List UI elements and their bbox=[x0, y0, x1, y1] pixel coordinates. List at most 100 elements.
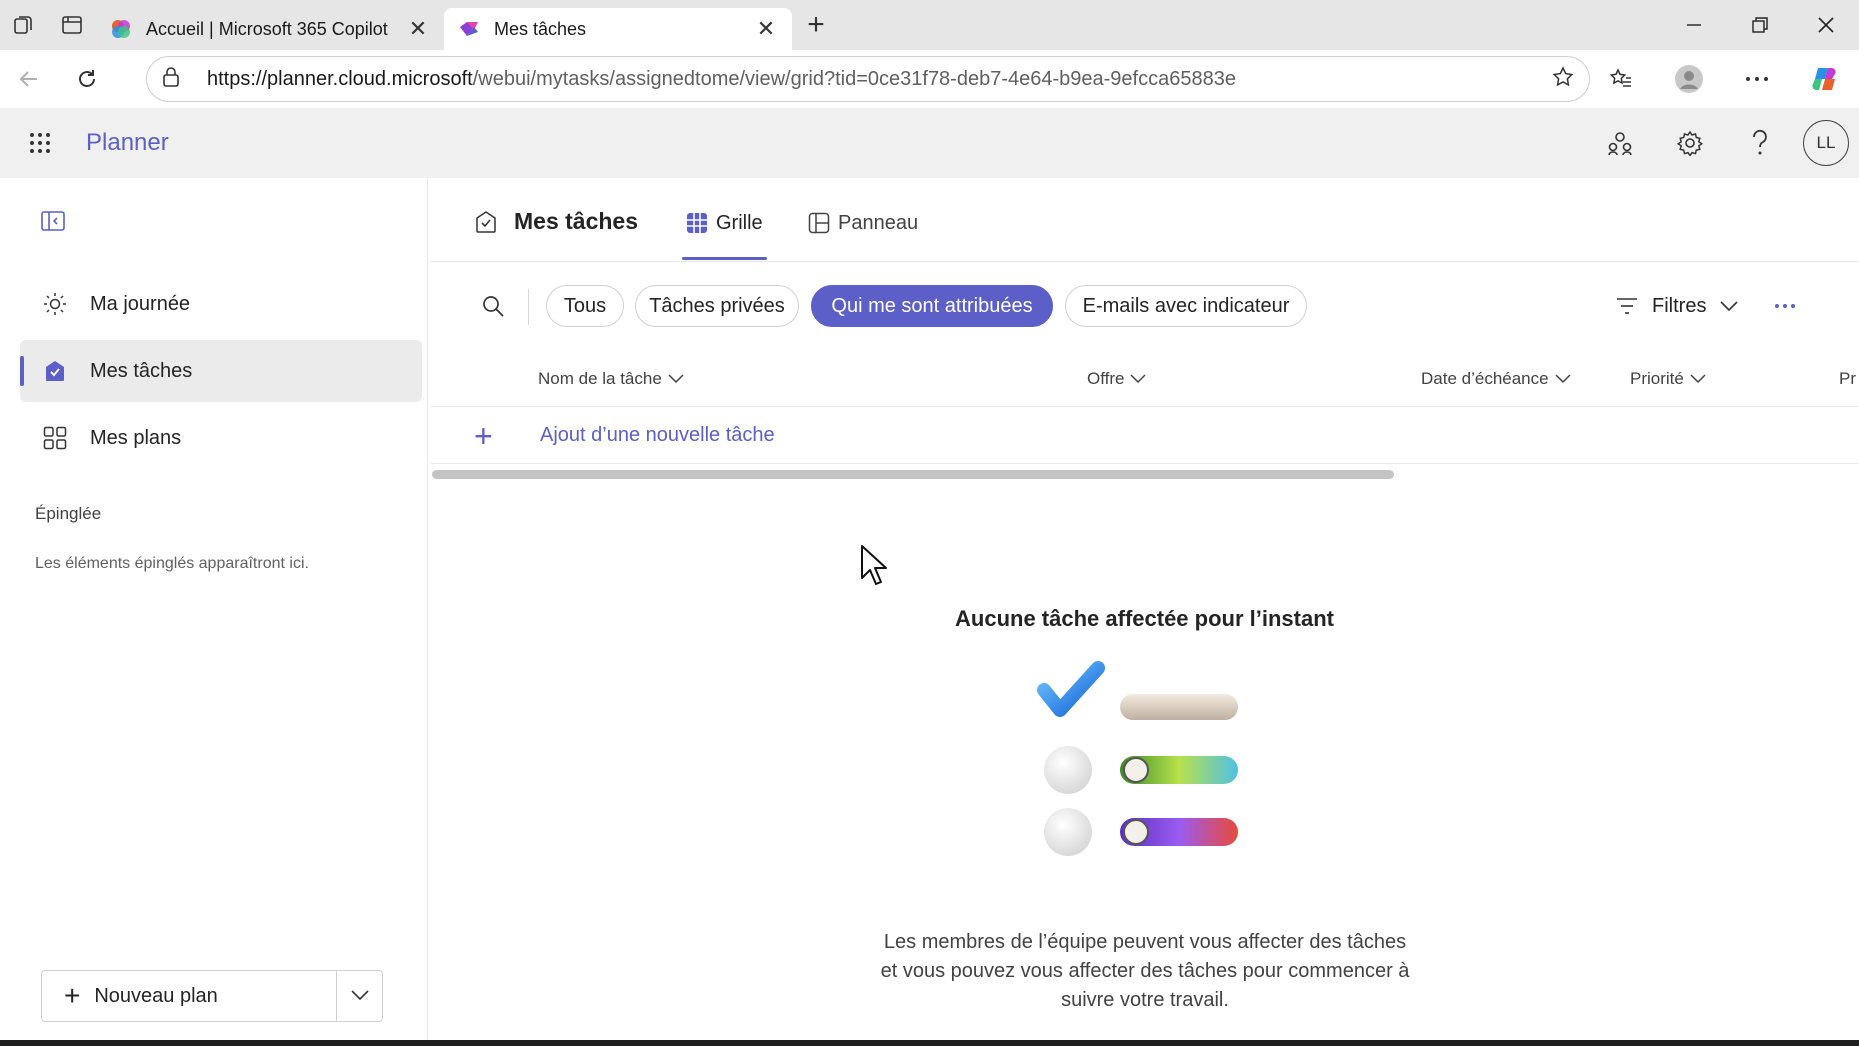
screen-bottom-edge bbox=[0, 1040, 1859, 1046]
browser-tab-bar: Accueil | Microsoft 365 Copilot ✕ Mes tâ… bbox=[0, 0, 1859, 50]
refresh-icon[interactable] bbox=[58, 50, 116, 108]
app-header: Planner LL bbox=[0, 108, 1859, 178]
sidebar-item-my-plans[interactable]: Mes plans bbox=[20, 407, 422, 469]
sidebar-item-my-day[interactable]: Ma journée bbox=[20, 273, 422, 335]
new-plan-dropdown-button[interactable] bbox=[336, 971, 382, 1021]
close-tab-icon[interactable]: ✕ bbox=[754, 16, 778, 42]
close-window-icon[interactable] bbox=[1793, 0, 1859, 50]
page-title-text: Mes tâches bbox=[514, 208, 639, 234]
chevron-down-icon bbox=[1130, 374, 1147, 384]
new-plan-button-group: + Nouveau plan bbox=[41, 970, 383, 1022]
more-options-icon[interactable] bbox=[1770, 291, 1800, 321]
left-sidebar: Ma journée Mes tâches Mes plans Épinglée… bbox=[6, 178, 428, 1040]
main-content: Mes tâches Grille Panneau Tous Tâches pr… bbox=[430, 178, 1859, 1046]
sidebar-item-label: Ma journée bbox=[90, 292, 191, 315]
planner-favicon-icon bbox=[458, 18, 480, 40]
search-icon[interactable] bbox=[478, 291, 508, 321]
browser-tab-planner[interactable]: Mes tâches ✕ bbox=[444, 8, 792, 50]
column-label: Date d’échéance bbox=[1421, 369, 1549, 388]
sidebar-item-my-tasks[interactable]: Mes tâches bbox=[20, 340, 422, 402]
plus-icon: + bbox=[64, 980, 81, 1011]
new-plan-label: Nouveau plan bbox=[94, 984, 218, 1007]
tab-board[interactable]: Panneau bbox=[808, 206, 918, 240]
workspaces-icon[interactable] bbox=[0, 0, 48, 50]
user-avatar[interactable]: LL bbox=[1803, 120, 1849, 166]
mouse-cursor-icon bbox=[860, 544, 890, 588]
filters-button[interactable]: Filtres bbox=[1616, 285, 1739, 327]
filter-pill-assigned-to-me[interactable]: Qui me sont attribuées bbox=[811, 285, 1053, 327]
filter-pill-private[interactable]: Tâches privées bbox=[635, 285, 799, 327]
settings-gear-icon[interactable] bbox=[1655, 108, 1725, 178]
tab-label: Panneau bbox=[838, 211, 919, 234]
header-actions: LL bbox=[1585, 108, 1859, 178]
horizontal-scrollbar[interactable] bbox=[432, 470, 1394, 479]
tab-label: Grille bbox=[716, 211, 763, 234]
column-label: Offre bbox=[1087, 369, 1125, 388]
sun-icon bbox=[38, 292, 72, 316]
filters-label: Filtres bbox=[1652, 294, 1707, 317]
column-header-plan[interactable]: Offre bbox=[1087, 369, 1147, 389]
new-plan-button[interactable]: + Nouveau plan bbox=[42, 971, 336, 1021]
minimize-icon[interactable] bbox=[1661, 0, 1727, 50]
window-controls bbox=[1661, 0, 1859, 50]
add-task-label: Ajout d’une nouvelle tâche bbox=[540, 424, 775, 446]
tab-actions-icon[interactable] bbox=[48, 0, 96, 50]
column-header-truncated[interactable]: Pr bbox=[1839, 369, 1856, 389]
divider bbox=[528, 289, 529, 325]
chevron-down-icon bbox=[1720, 301, 1739, 311]
column-label: Priorité bbox=[1630, 369, 1684, 388]
column-label: Nom de la tâche bbox=[538, 369, 662, 388]
page-title: Mes tâches bbox=[474, 208, 638, 235]
sidebar-item-label: Mes plans bbox=[90, 426, 182, 449]
browser-toolbar-right bbox=[1587, 50, 1859, 108]
more-options-icon[interactable] bbox=[1723, 50, 1791, 108]
chevron-down-icon bbox=[1690, 374, 1706, 384]
filter-pill-flagged-emails[interactable]: E-mails avec indicateur bbox=[1065, 285, 1307, 327]
empty-state-description: Les membres de l’équipe peuvent vous aff… bbox=[850, 928, 1440, 1015]
column-header-task-name[interactable]: Nom de la tâche bbox=[538, 369, 684, 389]
collapse-sidebar-icon[interactable] bbox=[36, 206, 70, 236]
favorites-icon[interactable] bbox=[1587, 50, 1655, 108]
url-text: https://planner.cloud.microsoft/webui/my… bbox=[207, 67, 1236, 90]
pinned-heading: Épinglée bbox=[35, 504, 102, 523]
tab-title: Accueil | Microsoft 365 Copilot bbox=[146, 18, 388, 39]
grid-icon bbox=[686, 212, 708, 234]
browser-tab-copilot[interactable]: Accueil | Microsoft 365 Copilot ✕ bbox=[96, 8, 444, 50]
my-tasks-icon bbox=[38, 359, 72, 383]
profile-icon[interactable] bbox=[1655, 50, 1723, 108]
add-task-row[interactable]: + Ajout d’une nouvelle tâche bbox=[430, 408, 1859, 464]
description-line: suivre votre travail. bbox=[1061, 989, 1229, 1011]
column-header-priority[interactable]: Priorité bbox=[1630, 369, 1706, 389]
description-line: Les membres de l’équipe peuvent vous aff… bbox=[883, 931, 1407, 953]
address-bar-row: https://planner.cloud.microsoft/webui/my… bbox=[0, 50, 1859, 108]
back-icon[interactable] bbox=[0, 50, 58, 108]
chevron-down-icon bbox=[350, 987, 369, 1005]
column-header-due-date[interactable]: Date d’échéance bbox=[1421, 369, 1571, 389]
favorite-star-icon[interactable] bbox=[1551, 65, 1575, 94]
app-launcher-icon[interactable] bbox=[0, 108, 80, 178]
app-name[interactable]: Planner bbox=[86, 129, 169, 157]
tab-grid[interactable]: Grille bbox=[682, 206, 767, 260]
filter-bar: Tous Tâches privées Qui me sont attribué… bbox=[430, 263, 1859, 351]
board-icon bbox=[808, 212, 830, 234]
sidebar-item-label: Mes tâches bbox=[90, 359, 193, 382]
share-people-icon[interactable] bbox=[1585, 108, 1655, 178]
lock-icon[interactable] bbox=[161, 66, 191, 93]
tab-title: Mes tâches bbox=[494, 18, 587, 39]
plans-grid-icon bbox=[38, 426, 72, 450]
empty-state-title: Aucune tâche affectée pour l’instant bbox=[955, 606, 1334, 631]
help-icon[interactable] bbox=[1725, 108, 1795, 178]
close-tab-icon[interactable]: ✕ bbox=[406, 16, 430, 42]
copilot-icon[interactable] bbox=[1791, 50, 1859, 108]
grid-header: Nom de la tâche Offre Date d’échéance Pr… bbox=[430, 351, 1859, 407]
my-tasks-outline-icon bbox=[474, 210, 498, 234]
filter-pill-all[interactable]: Tous bbox=[546, 285, 624, 327]
restore-icon[interactable] bbox=[1727, 0, 1793, 50]
new-tab-button[interactable]: + bbox=[792, 0, 840, 50]
pinned-empty-text: Les éléments épinglés apparaîtront ici. bbox=[35, 555, 309, 572]
chevron-down-icon bbox=[1555, 374, 1571, 384]
chevron-down-icon bbox=[668, 374, 684, 384]
url-field[interactable]: https://planner.cloud.microsoft/webui/my… bbox=[146, 56, 1590, 102]
empty-tasks-illustration bbox=[1020, 658, 1270, 878]
copilot-favicon-icon bbox=[110, 18, 132, 40]
